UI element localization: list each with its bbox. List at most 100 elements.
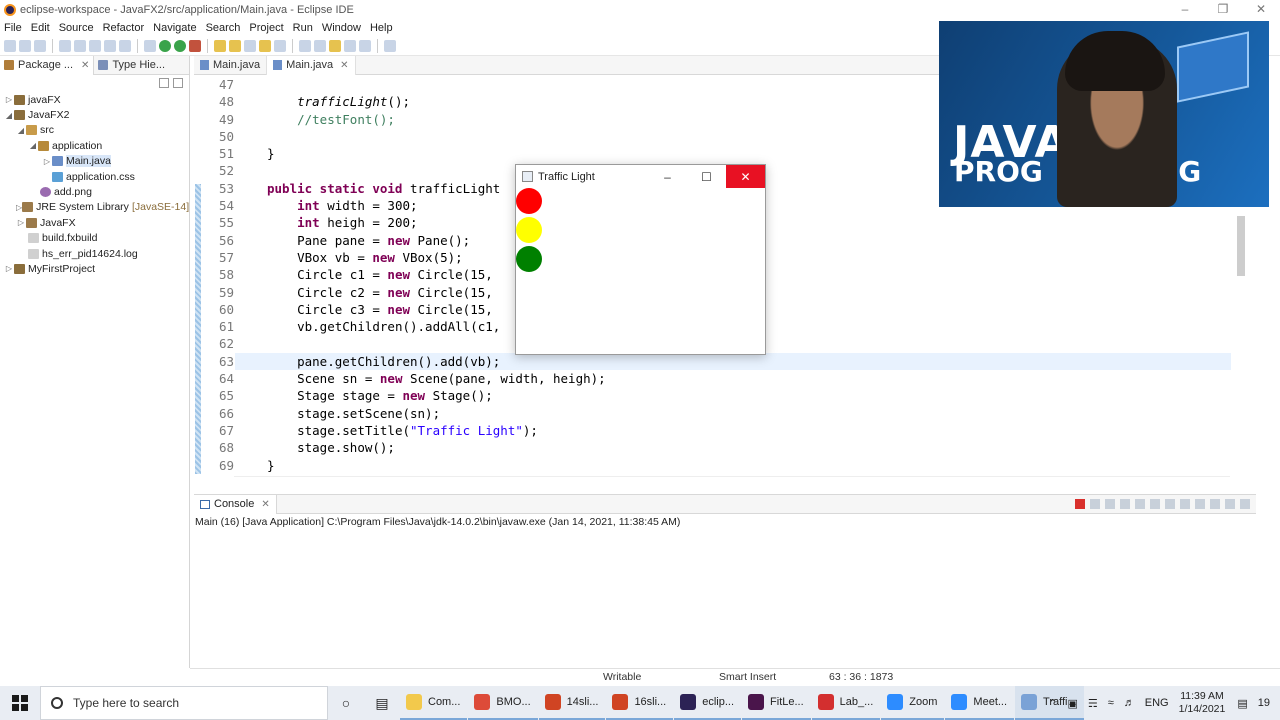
debug-icon[interactable] [144, 39, 156, 52]
build-icon[interactable] [74, 39, 86, 52]
clock[interactable]: 11:39 AM 1/14/2021 [1179, 690, 1226, 716]
taskbar-app[interactable]: 14sli... [538, 686, 606, 720]
minimize-icon[interactable]: – [1166, 0, 1204, 19]
tab-package-explorer[interactable]: Package ... ✕ [0, 55, 95, 75]
taskbar-app[interactable]: Com... [400, 686, 468, 720]
start-button[interactable] [0, 686, 40, 720]
external-tools-icon[interactable] [189, 39, 201, 52]
taskbar-app[interactable]: BMO... [468, 686, 538, 720]
menu-refactor[interactable]: Refactor [103, 22, 145, 34]
scroll-lock-icon[interactable] [1135, 499, 1145, 509]
whitespace-icon[interactable] [119, 39, 131, 52]
run-icon[interactable] [159, 39, 171, 52]
tree-item-myfirstproject[interactable]: ▷ MyFirstProject [0, 261, 189, 276]
new-icon[interactable] [4, 39, 16, 52]
perspective-icon[interactable] [384, 39, 396, 52]
maximize-icon[interactable] [1240, 499, 1250, 509]
language-indicator[interactable]: ENG [1145, 697, 1169, 709]
tree-item-application[interactable]: ◢ application [0, 138, 189, 153]
taskbar-app[interactable]: eclip... [674, 686, 742, 720]
scrollbar-thumb[interactable] [1237, 216, 1245, 276]
chevron-right-icon[interactable]: ▷ [4, 264, 14, 273]
new-class-icon[interactable] [244, 39, 256, 52]
collapse-all-icon[interactable] [159, 78, 169, 88]
restore-icon[interactable]: ❐ [1204, 0, 1242, 19]
clear-console-icon[interactable] [1120, 499, 1130, 509]
forward-icon[interactable] [359, 39, 371, 52]
close-icon[interactable]: ✕ [726, 165, 765, 188]
open-type-icon[interactable] [259, 39, 271, 52]
pin-console-icon[interactable] [1180, 499, 1190, 509]
tree-item-build-fxbuild[interactable]: build.fxbuild [0, 231, 189, 246]
word-wrap-icon[interactable] [1150, 499, 1160, 509]
tab-console[interactable]: Console ✕ [194, 494, 277, 514]
chevron-right-icon[interactable]: ▷ [16, 218, 26, 227]
camera-icon[interactable]: ▣ [1067, 697, 1077, 710]
chevron-down-icon[interactable]: ◢ [16, 126, 26, 135]
menu-navigate[interactable]: Navigate [153, 22, 196, 34]
display-console-icon[interactable] [1195, 499, 1205, 509]
terminate-icon[interactable] [1075, 499, 1085, 509]
new-java-project-icon[interactable] [214, 39, 226, 52]
close-icon[interactable]: ✕ [340, 60, 348, 71]
new-console-icon[interactable] [1210, 499, 1220, 509]
wifi-icon[interactable]: ≈ [1108, 697, 1114, 709]
menu-source[interactable]: Source [59, 22, 94, 34]
cortana-icon[interactable]: ○ [328, 686, 364, 720]
menu-run[interactable]: Run [293, 22, 313, 34]
new-package-icon[interactable] [229, 39, 241, 52]
chevron-up-icon[interactable]: ⌃ [1048, 697, 1057, 710]
menu-file[interactable]: File [4, 22, 22, 34]
save-all-icon[interactable] [34, 39, 46, 52]
tree-item-application-css[interactable]: application.css [0, 169, 189, 184]
tree-item-hs-err-log[interactable]: hs_err_pid14624.log [0, 246, 189, 261]
tab-main-java-2[interactable]: Main.java ✕ [267, 55, 356, 75]
remove-all-icon[interactable] [1105, 499, 1115, 509]
show-on-output-icon[interactable] [1165, 499, 1175, 509]
coverage-icon[interactable] [174, 39, 186, 52]
tab-main-java-1[interactable]: Main.java [194, 55, 268, 75]
tree-item-javafx2[interactable]: ◢ JavaFX2 [0, 107, 189, 122]
network-icon[interactable]: ☴ [1088, 697, 1098, 710]
back-icon[interactable] [344, 39, 356, 52]
skip-breakpoints-icon[interactable] [59, 39, 71, 52]
chevron-right-icon[interactable]: ▷ [4, 95, 14, 104]
editor-horizontal-scrollbar[interactable] [234, 476, 1230, 488]
close-icon[interactable]: ✕ [261, 499, 269, 510]
minimize-icon[interactable]: – [648, 165, 687, 188]
task-view-icon[interactable]: ▤ [364, 686, 400, 720]
volume-icon[interactable]: ♬ [1124, 697, 1135, 709]
save-icon[interactable] [19, 39, 31, 52]
taskbar-search[interactable]: Type here to search [40, 686, 328, 720]
chevron-down-icon[interactable]: ◢ [28, 141, 38, 150]
tree-item-javafx[interactable]: ▷ javaFX [0, 92, 189, 107]
link-editor-icon[interactable] [173, 78, 183, 88]
minimize-icon[interactable] [1225, 499, 1235, 509]
chevron-down-icon[interactable]: ◢ [4, 111, 14, 120]
notification-icon[interactable]: ▤ [1237, 697, 1247, 710]
menu-window[interactable]: Window [322, 22, 361, 34]
last-edit-icon[interactable] [329, 39, 341, 52]
block-selection-icon[interactable] [104, 39, 116, 52]
tree-item-javafx-lib[interactable]: ▷ JavaFX [0, 215, 189, 230]
chevron-right-icon[interactable]: ▷ [42, 157, 52, 166]
menu-search[interactable]: Search [206, 22, 241, 34]
next-annotation-icon[interactable] [299, 39, 311, 52]
previous-annotation-icon[interactable] [314, 39, 326, 52]
tree-item-jre-library[interactable]: ▷ JRE System Library [JavaSE-14] [0, 200, 189, 215]
taskbar-app[interactable]: 16sli... [606, 686, 674, 720]
toggle-mark-icon[interactable] [89, 39, 101, 52]
taskbar-app[interactable]: FitLe... [742, 686, 811, 720]
taskbar-app[interactable]: Lab_... [811, 686, 881, 720]
remove-launch-icon[interactable] [1090, 499, 1100, 509]
tree-item-src[interactable]: ◢ src [0, 123, 189, 138]
close-icon[interactable]: ✕ [81, 60, 89, 71]
taskbar-app[interactable]: Zoom [881, 686, 945, 720]
search-icon[interactable] [274, 39, 286, 52]
tab-type-hierarchy[interactable]: Type Hie... [94, 56, 169, 75]
menu-edit[interactable]: Edit [31, 22, 50, 34]
menu-project[interactable]: Project [249, 22, 283, 34]
taskbar-app[interactable]: Meet... [945, 686, 1015, 720]
menu-help[interactable]: Help [370, 22, 393, 34]
maximize-icon[interactable]: ☐ [687, 165, 726, 188]
